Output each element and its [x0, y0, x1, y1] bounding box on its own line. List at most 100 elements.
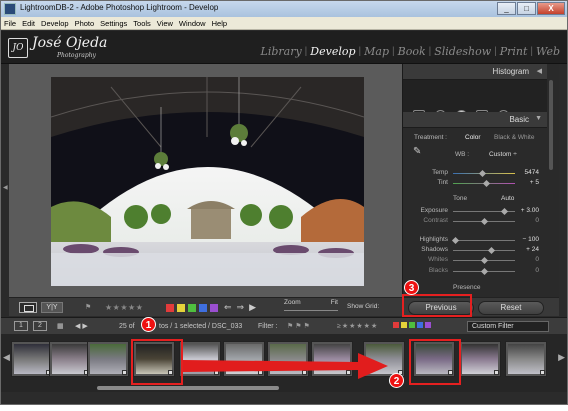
tint-value[interactable]: + 5: [530, 178, 539, 188]
filmstrip-thumb[interactable]: [49, 341, 91, 377]
slider-knob[interactable]: [480, 256, 489, 265]
reset-button[interactable]: Reset: [478, 301, 544, 315]
maximize-button[interactable]: □: [517, 2, 536, 15]
grid-view-icon[interactable]: ▦: [57, 321, 64, 332]
menu-tools[interactable]: Tools: [130, 17, 154, 29]
whites-value[interactable]: 0: [535, 255, 539, 265]
slider-knob[interactable]: [451, 236, 460, 245]
filmstrip-thumb-target[interactable]: [413, 341, 455, 377]
filmstrip-thumb[interactable]: [11, 341, 53, 377]
temp-row[interactable]: Temp 5474: [403, 168, 547, 178]
module-web[interactable]: Web: [533, 45, 563, 58]
temp-slider[interactable]: [453, 169, 515, 178]
highlights-row[interactable]: Highlights − 100: [403, 235, 547, 245]
menu-settings[interactable]: Settings: [97, 17, 130, 29]
shadows-value[interactable]: + 24: [526, 245, 539, 255]
secondary-window-2[interactable]: 2: [33, 321, 47, 331]
main-photo[interactable]: [51, 77, 364, 286]
star-rating[interactable]: ★★★★★: [105, 302, 161, 313]
filmstrip-thumb[interactable]: [459, 341, 501, 377]
panel-scrollbar[interactable]: [549, 80, 553, 170]
filmstrip-thumb[interactable]: [87, 341, 129, 377]
shadows-row[interactable]: Shadows + 24: [403, 245, 547, 255]
filter-stars-icon[interactable]: ≥★★★★★: [337, 321, 378, 332]
blacks-value[interactable]: 0: [535, 266, 539, 276]
treatment-bw[interactable]: Black & White: [494, 133, 534, 143]
filmstrip-nav-arrows[interactable]: ◀ ▶: [75, 321, 88, 332]
collapse-icon[interactable]: ◀: [537, 67, 542, 75]
collapse-icon[interactable]: ▼: [535, 115, 542, 122]
color-label-green[interactable]: [188, 304, 196, 312]
secondary-window-1[interactable]: 1: [14, 321, 28, 331]
color-label-blue[interactable]: [199, 304, 207, 312]
filmstrip-thumb-selected[interactable]: [133, 341, 175, 377]
zoom-slider-track[interactable]: [284, 310, 338, 311]
menu-view[interactable]: View: [154, 17, 176, 29]
slider-knob[interactable]: [478, 169, 487, 178]
module-map[interactable]: Map: [361, 45, 392, 58]
exposure-value[interactable]: + 3.00: [521, 206, 539, 216]
slider-knob[interactable]: [482, 179, 491, 188]
exposure-row[interactable]: Exposure + 3.00: [403, 206, 547, 216]
eyedropper-icon[interactable]: ✎: [413, 147, 421, 157]
module-slideshow[interactable]: Slideshow: [431, 45, 494, 58]
filter-flags-icon[interactable]: ⚑⚑⚑: [287, 321, 312, 332]
contrast-value[interactable]: 0: [535, 216, 539, 226]
slider-knob[interactable]: [487, 246, 496, 255]
highlights-slider[interactable]: [451, 236, 515, 245]
exposure-slider[interactable]: [453, 207, 515, 216]
color-label-yellow[interactable]: [177, 304, 185, 312]
filmstrip-thumb[interactable]: [505, 341, 547, 377]
slider-knob[interactable]: [480, 217, 489, 226]
temp-value[interactable]: 5474: [525, 168, 539, 178]
highlights-value[interactable]: − 100: [523, 235, 539, 245]
filter-colors-icon[interactable]: [393, 321, 431, 332]
blacks-slider[interactable]: [453, 267, 515, 276]
previous-button[interactable]: Previous: [408, 301, 474, 315]
zoom-control[interactable]: Zoom Fit: [283, 299, 339, 314]
menu-photo[interactable]: Photo: [72, 17, 98, 29]
slider-knob[interactable]: [500, 207, 509, 216]
menu-help[interactable]: Help: [209, 17, 230, 29]
minimize-button[interactable]: _: [497, 2, 516, 15]
filmstrip-right-icon[interactable]: ▶: [558, 352, 565, 363]
menu-window[interactable]: Window: [176, 17, 209, 29]
color-label-purple[interactable]: [210, 304, 218, 312]
module-book[interactable]: Book: [395, 45, 429, 58]
blacks-row[interactable]: Blacks 0: [403, 266, 547, 276]
filter-dropdown[interactable]: Custom Filter: [467, 321, 549, 332]
tint-row[interactable]: Tint + 5: [403, 178, 547, 188]
menu-develop[interactable]: Develop: [38, 17, 72, 29]
expand-left-icon[interactable]: ◀: [3, 184, 8, 191]
before-after-button[interactable]: Y|Y: [41, 302, 63, 313]
filmstrip-left-icon[interactable]: ◀: [3, 352, 10, 363]
wb-select[interactable]: Custom ÷: [489, 150, 517, 160]
shadows-slider[interactable]: [453, 246, 515, 255]
color-label-red[interactable]: [166, 304, 174, 312]
module-print[interactable]: Print: [497, 45, 531, 58]
auto-button[interactable]: Auto: [501, 194, 514, 204]
histogram-header[interactable]: Histogram ◀: [403, 64, 547, 80]
contrast-slider[interactable]: [453, 217, 515, 226]
module-develop[interactable]: Develop: [307, 45, 358, 58]
treatment-color[interactable]: Color: [465, 133, 481, 143]
menu-edit[interactable]: Edit: [19, 17, 38, 29]
filmstrip-source-info[interactable]: tos / 1 selected / DSC_033: [159, 321, 242, 332]
filmstrip-scroll-thumb[interactable]: [97, 386, 279, 390]
loupe-view-button[interactable]: [19, 302, 37, 313]
module-library[interactable]: Library: [258, 45, 305, 58]
photo-nav-arrows[interactable]: ⇐⇒▶: [224, 302, 272, 313]
flag-icon[interactable]: ⚑: [85, 302, 95, 313]
show-grid-control[interactable]: Show Grid:: [347, 302, 391, 313]
window-controls: _ □ X: [497, 2, 565, 15]
menu-file[interactable]: File: [1, 17, 19, 29]
whites-slider[interactable]: [453, 256, 515, 265]
close-button[interactable]: X: [537, 2, 565, 15]
basic-header[interactable]: Basic ▼: [403, 112, 547, 128]
filmstrip-scrollbar[interactable]: [1, 384, 567, 392]
left-panel-collapsed[interactable]: ◀: [1, 64, 9, 329]
whites-row[interactable]: Whites 0: [403, 255, 547, 265]
contrast-row[interactable]: Contrast 0: [403, 216, 547, 226]
slider-knob[interactable]: [480, 267, 489, 276]
tint-slider[interactable]: [453, 179, 515, 188]
